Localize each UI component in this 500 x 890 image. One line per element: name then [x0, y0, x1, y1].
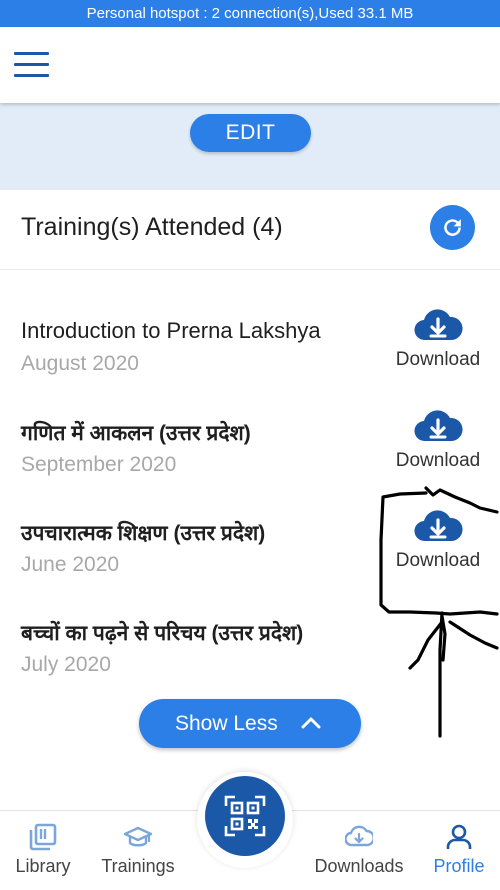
menu-icon[interactable] [14, 51, 50, 79]
nav-item-library[interactable]: Library [4, 811, 82, 890]
download-button[interactable]: Download [386, 307, 490, 377]
training-date: September 2020 [21, 453, 177, 476]
training-title: Introduction to Prerna Lakshya [21, 318, 321, 343]
nav-item-trainings[interactable]: Trainings [97, 811, 179, 890]
nav-item-profile[interactable]: Profile [428, 811, 490, 890]
show-less-button[interactable]: Show Less [139, 699, 361, 748]
nav-label: Trainings [101, 856, 175, 876]
download-label: Download [395, 450, 481, 471]
section-title: Training(s) Attended (4) [21, 213, 283, 241]
nav-label: Downloads [314, 856, 404, 876]
show-less-label: Show Less [175, 712, 278, 735]
cloud-download-icon [414, 309, 463, 341]
cloud-download-icon [414, 510, 463, 542]
download-button[interactable]: Download [386, 508, 490, 578]
profile-header: EDIT [0, 103, 500, 190]
download-label: Download [395, 349, 481, 370]
cloud-download-icon [414, 410, 463, 442]
status-bar-text: Personal hotspot : 2 connection(s),Used … [86, 5, 414, 22]
training-date: July 2020 [21, 653, 111, 676]
qr-code-icon [224, 795, 266, 837]
nav-item-downloads[interactable]: Downloads [312, 811, 406, 890]
trainings-section-header: Training(s) Attended (4) [0, 190, 500, 270]
person-icon [446, 824, 472, 849]
refresh-button[interactable] [430, 205, 475, 250]
training-item: उपचारात्मक शिक्षण (उत्तर प्रदेश) June 20… [0, 510, 500, 619]
nav-label: Library [15, 856, 71, 876]
nav-label: Profile [433, 856, 485, 876]
download-label: Download [395, 550, 481, 571]
training-date: August 2020 [21, 352, 139, 375]
graduation-cap-icon [124, 826, 152, 847]
training-date: June 2020 [21, 553, 120, 576]
training-title: गणित में आकलन (उत्तर प्रदेश) [21, 422, 251, 445]
training-item: Introduction to Prerna Lakshya August 20… [0, 309, 500, 418]
cloud-download-icon [345, 825, 373, 847]
library-icon [29, 823, 57, 851]
status-bar: Personal hotspot : 2 connection(s),Used … [0, 0, 500, 27]
training-title: उपचारात्मक शिक्षण (उत्तर प्रदेश) [21, 522, 266, 545]
edit-button[interactable]: EDIT [190, 114, 311, 152]
chevron-up-icon [301, 717, 321, 729]
training-item: गणित में आकलन (उत्तर प्रदेश) September 2… [0, 410, 500, 519]
refresh-icon [444, 219, 461, 236]
training-title: बच्चों का पढ़ने से परिचय (उत्तर प्रदेश) [21, 622, 304, 645]
qr-scan-button[interactable] [205, 776, 285, 856]
download-button[interactable]: Download [386, 408, 490, 478]
app-bar [0, 27, 500, 103]
